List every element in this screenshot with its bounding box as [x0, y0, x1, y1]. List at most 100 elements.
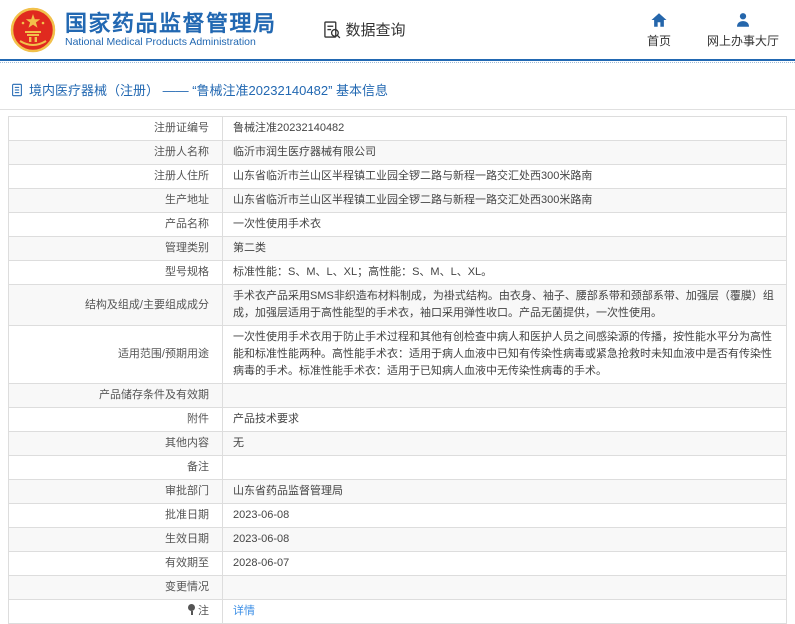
row-value — [222, 575, 787, 600]
row-label-text: 适用范围/预期用途 — [117, 348, 209, 360]
row-label: 注册人名称 — [8, 140, 223, 165]
row-value-text: 2023-06-08 — [233, 509, 290, 521]
registration-info-section: 注册证编号 鲁械注准20232140482 注册人名称 临沂市润生医疗器械有限公… — [8, 116, 787, 624]
row-value: 一次性使用手术衣用于防止手术过程和其他有创检查中病人和医护人员之间感染源的传播，… — [222, 325, 787, 384]
row-value: 2023-06-08 — [222, 503, 787, 528]
table-row: 备注 — [8, 455, 787, 480]
info-table: 注册证编号 鲁械注准20232140482 注册人名称 临沂市润生医疗器械有限公… — [8, 116, 787, 624]
row-label: 有效期至 — [8, 551, 223, 576]
row-label-text: 生效日期 — [165, 533, 209, 545]
row-value: 临沂市润生医疗器械有限公司 — [222, 140, 787, 165]
row-value-text: 产品技术要求 — [233, 413, 299, 425]
row-label-text: 批准日期 — [165, 509, 209, 521]
row-value: 山东省药品监督管理局 — [222, 479, 787, 504]
person-icon — [736, 12, 749, 27]
document-search-icon — [323, 20, 340, 38]
row-label: 变更情况 — [8, 575, 223, 600]
row-label: 生产地址 — [8, 188, 223, 213]
table-row: 其他内容 无 — [8, 431, 787, 456]
row-label: 管理类别 — [8, 236, 223, 261]
row-value-text: 山东省药品监督管理局 — [233, 485, 343, 497]
row-label-text: 附件 — [187, 413, 209, 425]
row-value-text: 手术衣产品采用SMS非织造布材料制成，为褂式结构。由衣身、袖子、腰部系带和颈部系… — [233, 290, 774, 319]
table-row: 生产地址 山东省临沂市兰山区半程镇工业园全锣二路与新程一路交汇处西300米路南 — [8, 188, 787, 213]
national-emblem-logo — [10, 7, 56, 52]
row-value: 鲁械注准20232140482 — [222, 116, 787, 141]
row-value-text: 一次性使用手术衣 — [233, 218, 321, 230]
row-label-text: 备注 — [187, 461, 209, 473]
nav-item-service-hall[interactable]: 网上办事大厅 — [707, 11, 779, 49]
site-header: 国家药品监督管理局 National Medical Products Admi… — [0, 0, 795, 61]
row-value-text: 临沂市润生医疗器械有限公司 — [233, 146, 376, 158]
row-label: 产品名称 — [8, 212, 223, 237]
nav-service-hall-label: 网上办事大厅 — [706, 33, 779, 48]
row-value: 一次性使用手术衣 — [222, 212, 787, 237]
row-label: 其他内容 — [8, 431, 223, 456]
row-value: 手术衣产品采用SMS非织造布材料制成，为褂式结构。由衣身、袖子、腰部系带和颈部系… — [222, 284, 787, 326]
row-label-text: 结构及组成/主要组成成分 — [84, 298, 209, 311]
row-label-text: 型号规格 — [165, 266, 209, 278]
data-query-label: 数据查询 — [345, 22, 406, 39]
row-label-text: 其他内容 — [165, 437, 209, 449]
row-label-text: 有效期至 — [165, 557, 209, 569]
table-row: 结构及组成/主要组成成分 手术衣产品采用SMS非织造布材料制成，为褂式结构。由衣… — [8, 284, 787, 326]
breadcrumb: 境内医疗器械（注册） —— “鲁械注准20232140482” 基本信息 — [0, 71, 795, 109]
data-query-button[interactable]: 数据查询 — [322, 19, 406, 40]
table-row: 型号规格 标准性能：S、M、L、XL；高性能：S、M、L、XL。 — [8, 260, 787, 285]
row-label-text: 产品名称 — [165, 218, 209, 230]
row-value: 2023-06-08 — [222, 527, 787, 552]
row-value-text: 2028-06-07 — [233, 557, 290, 569]
nav-item-home[interactable]: 首页 — [647, 11, 671, 49]
table-row: 产品储存条件及有效期 — [8, 383, 787, 408]
row-label-text: 注册人名称 — [154, 146, 209, 158]
table-row: 产品名称 一次性使用手术衣 — [8, 212, 787, 237]
row-label-text: 变更情况 — [165, 581, 209, 593]
info-table-body: 注册证编号 鲁械注准20232140482 注册人名称 临沂市润生医疗器械有限公… — [8, 116, 787, 624]
org-name-en: National Medical Products Administration — [65, 36, 256, 49]
row-label: 注册证编号 — [8, 116, 223, 141]
row-value-text: 山东省临沂市兰山区半程镇工业园全锣二路与新程一路交汇处西300米路南 — [233, 170, 593, 182]
row-label-text: 管理类别 — [165, 242, 209, 254]
row-value-text: 一次性使用手术衣用于防止手术过程和其他有创检查中病人和医护人员之间感染源的传播，… — [233, 331, 772, 377]
table-row: 适用范围/预期用途 一次性使用手术衣用于防止手术过程和其他有创检查中病人和医护人… — [8, 325, 787, 384]
row-value — [222, 383, 787, 408]
table-row: 注册证编号 鲁械注准20232140482 — [8, 116, 787, 141]
brand-text: 国家药品监督管理局 National Medical Products Admi… — [65, 11, 277, 48]
row-label: 生效日期 — [8, 527, 223, 552]
document-icon — [12, 83, 22, 96]
table-row: 附件 产品技术要求 — [8, 407, 787, 432]
row-value-text: 2023-06-08 — [233, 533, 290, 545]
row-value-text: 山东省临沂市兰山区半程镇工业园全锣二路与新程一路交汇处西300米路南 — [233, 194, 593, 206]
table-row: 注册人名称 临沂市润生医疗器械有限公司 — [8, 140, 787, 165]
row-label: 注册人住所 — [8, 164, 223, 189]
row-label: 备注 — [8, 455, 223, 480]
row-value-text: 第二类 — [233, 242, 266, 254]
row-value: 第二类 — [222, 236, 787, 261]
row-value — [222, 455, 787, 480]
row-label-text: 生产地址 — [165, 194, 209, 206]
row-value: 2028-06-07 — [222, 551, 787, 576]
top-nav: 首页 网上办事大厅 — [647, 11, 779, 49]
bulb-icon — [187, 604, 196, 615]
row-label: 批准日期 — [8, 503, 223, 528]
table-row: 注册人住所 山东省临沂市兰山区半程镇工业园全锣二路与新程一路交汇处西300米路南 — [8, 164, 787, 189]
row-label-text: 审批部门 — [165, 485, 209, 497]
row-label: 结构及组成/主要组成成分 — [8, 284, 223, 326]
row-label: 审批部门 — [8, 479, 223, 504]
table-row: 批准日期 2023-06-08 — [8, 503, 787, 528]
row-label: 适用范围/预期用途 — [8, 325, 223, 384]
row-value-text: 标准性能：S、M、L、XL；高性能：S、M、L、XL。 — [233, 266, 493, 278]
org-name-cn: 国家药品监督管理局 — [65, 10, 277, 36]
table-row: 有效期至 2028-06-07 — [8, 551, 787, 576]
row-value: 详情 — [222, 599, 787, 624]
table-row: 审批部门 山东省药品监督管理局 — [8, 479, 787, 504]
table-row: 生效日期 2023-06-08 — [8, 527, 787, 552]
row-value: 山东省临沂市兰山区半程镇工业园全锣二路与新程一路交汇处西300米路南 — [222, 188, 787, 213]
nav-home-label: 首页 — [646, 33, 671, 48]
table-row: 注 详情 — [8, 599, 787, 624]
breadcrumb-separator — [0, 109, 795, 110]
dotted-separator — [0, 61, 795, 63]
row-label-text: 产品储存条件及有效期 — [99, 389, 209, 401]
row-label: 产品储存条件及有效期 — [8, 383, 223, 408]
row-value: 产品技术要求 — [222, 407, 787, 432]
